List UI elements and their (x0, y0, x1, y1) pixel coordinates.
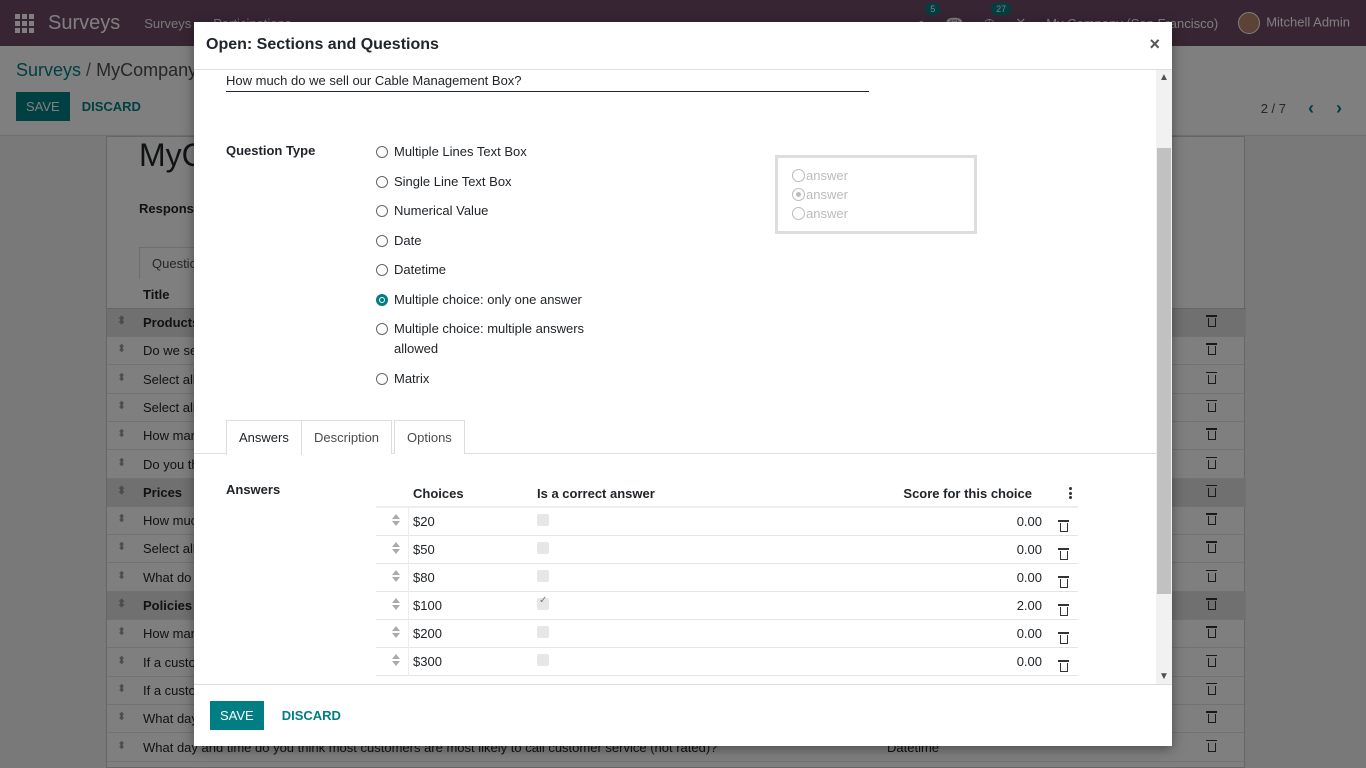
scroll-up-icon[interactable]: ▲ (1159, 72, 1169, 83)
answer-score[interactable]: 0.00 (1017, 542, 1042, 557)
dialog-body: How much do we sell our Cable Management… (194, 70, 1156, 684)
dialog-footer: SAVE DISCARD (194, 684, 1172, 746)
drag-handle-icon[interactable] (392, 598, 400, 610)
radio-question-type[interactable]: Multiple choice: only one answer (376, 290, 606, 310)
preview-option-label: answer (806, 187, 848, 202)
preview-option: answer (792, 185, 960, 204)
radio-question-type[interactable]: Numerical Value (376, 201, 606, 221)
preview-option-label: answer (806, 168, 848, 183)
radio-label: Datetime (394, 262, 447, 277)
question-dialog: Open: Sections and Questions × How much … (194, 22, 1172, 746)
answer-row[interactable]: $200 0.00 (376, 620, 1078, 648)
answer-row[interactable]: $300 0.00 (376, 648, 1078, 676)
preview-option: answer (792, 166, 960, 185)
answer-choice[interactable]: $300 (413, 654, 442, 669)
radio-button[interactable] (376, 146, 388, 158)
radio-preview-icon (792, 169, 805, 182)
is-correct-checkbox[interactable] (537, 626, 549, 638)
radio-label: Single Line Text Box (394, 174, 512, 189)
answer-score[interactable]: 0.00 (1017, 570, 1042, 585)
drag-handle-icon[interactable] (392, 654, 400, 666)
radio-preview-icon (792, 188, 805, 201)
dialog-title: Open: Sections and Questions (206, 36, 439, 53)
radio-preview-icon (792, 207, 805, 220)
is-correct-checkbox[interactable] (537, 595, 549, 610)
answer-score[interactable]: 0.00 (1017, 654, 1042, 669)
answers-table: Choices Is a correct answer Score for th… (376, 480, 1078, 676)
is-correct-checkbox[interactable] (537, 654, 549, 666)
preview-option: answer (792, 204, 960, 223)
answer-row[interactable]: $20 0.00 (376, 508, 1078, 536)
answer-score[interactable]: 0.00 (1017, 626, 1042, 641)
drag-handle-icon[interactable] (392, 542, 400, 554)
is-correct-checkbox[interactable] (537, 542, 549, 554)
column-score[interactable]: Score for this choice (903, 486, 1032, 501)
is-correct-checkbox[interactable] (537, 514, 549, 526)
radio-question-type[interactable]: Multiple choice: multiple answers allowe… (376, 319, 606, 359)
answers-table-header: Choices Is a correct answer Score for th… (376, 480, 1078, 508)
scrollbar-thumb[interactable] (1157, 148, 1171, 594)
answer-score[interactable]: 0.00 (1017, 514, 1042, 529)
dialog-scrollbar[interactable]: ▲ ▼ (1156, 70, 1172, 684)
radio-label: Multiple choice: multiple answers allowe… (394, 321, 585, 356)
question-title-input[interactable]: How much do we sell our Cable Management… (226, 70, 869, 92)
radio-question-type[interactable]: Single Line Text Box (376, 172, 606, 192)
is-correct-checkbox[interactable] (537, 570, 549, 582)
radio-button[interactable] (376, 373, 388, 385)
optional-columns-icon[interactable] (1069, 487, 1072, 499)
drag-handle-icon[interactable] (392, 570, 400, 582)
dialog-save-button[interactable]: SAVE (210, 701, 264, 730)
dialog-header: Open: Sections and Questions × (194, 22, 1172, 70)
radio-button[interactable] (376, 294, 388, 306)
tab-answers[interactable]: Answers (226, 420, 302, 455)
answer-row[interactable]: $100 2.00 (376, 592, 1078, 620)
answer-choice[interactable]: $80 (413, 570, 435, 585)
answers-label: Answers (226, 482, 281, 497)
answer-choice[interactable]: $200 (413, 626, 442, 641)
radio-label: Date (394, 233, 422, 248)
radio-button[interactable] (376, 235, 388, 247)
answer-row[interactable]: $80 0.00 (376, 564, 1078, 592)
radio-label: Multiple choice: only one answer (394, 292, 582, 307)
drag-handle-icon[interactable] (392, 514, 400, 526)
radio-label: Multiple Lines Text Box (394, 144, 527, 159)
answer-choice[interactable]: $50 (413, 542, 435, 557)
question-type-preview: answer answer answer (775, 155, 977, 234)
tab-options[interactable]: Options (394, 420, 465, 454)
answer-score[interactable]: 2.00 (1017, 598, 1042, 613)
radio-button[interactable] (376, 176, 388, 188)
tab-description[interactable]: Description (301, 420, 393, 454)
radio-label: Numerical Value (394, 203, 489, 218)
radio-button[interactable] (376, 205, 388, 217)
radio-question-type[interactable]: Multiple Lines Text Box (376, 142, 606, 162)
column-is-correct[interactable]: Is a correct answer (537, 486, 655, 501)
answer-choice[interactable]: $20 (413, 514, 435, 529)
drag-handle-icon[interactable] (392, 626, 400, 638)
dialog-tabs: Answers Description Options (194, 420, 1156, 455)
scroll-down-icon[interactable]: ▼ (1159, 671, 1169, 682)
answer-choice[interactable]: $100 (413, 598, 442, 613)
answer-row[interactable]: $50 0.00 (376, 536, 1078, 564)
radio-button[interactable] (376, 323, 388, 335)
column-choices[interactable]: Choices (413, 486, 464, 501)
question-type-label: Question Type (226, 143, 316, 158)
radio-button[interactable] (376, 264, 388, 276)
preview-option-label: answer (806, 206, 848, 221)
radio-question-type[interactable]: Matrix (376, 369, 606, 389)
close-icon[interactable]: × (1149, 34, 1160, 55)
radio-label: Matrix (394, 371, 430, 386)
dialog-discard-button[interactable]: DISCARD (270, 701, 353, 730)
radio-question-type[interactable]: Date (376, 231, 606, 251)
radio-question-type[interactable]: Datetime (376, 260, 606, 280)
